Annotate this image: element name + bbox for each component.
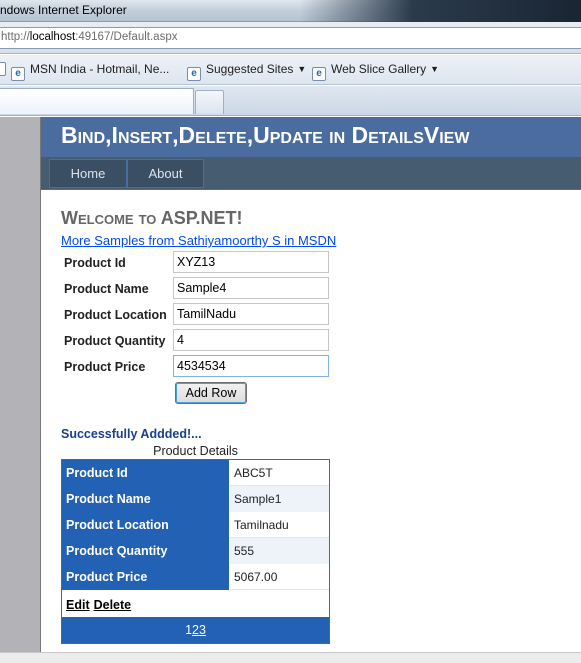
page-icon xyxy=(0,62,6,76)
ie-page-icon: e xyxy=(312,67,326,81)
product-location-label: Product Location xyxy=(64,308,167,322)
page-side-gutter xyxy=(0,117,41,663)
details-row-header: Product Location xyxy=(62,512,230,538)
product-name-label: Product Name xyxy=(64,282,149,296)
nav-home-link[interactable]: Home xyxy=(49,159,127,188)
details-row-value: 555 xyxy=(230,538,329,564)
product-quantity-label: Product Quantity xyxy=(64,334,166,348)
details-row-value: Tamilnadu xyxy=(234,518,289,532)
pager-page-2-link[interactable]: 2 xyxy=(192,623,199,637)
new-tab-button[interactable] xyxy=(195,90,224,114)
product-quantity-input[interactable] xyxy=(173,329,329,351)
details-row-header: Product Price xyxy=(62,564,230,590)
product-name-input[interactable] xyxy=(173,277,329,299)
details-row: Product Location Tamilnadu xyxy=(62,512,329,538)
details-row: Product Quantity 555 xyxy=(62,538,329,564)
ie-page-icon: e xyxy=(11,67,25,81)
page-title: Welcome to ASP.NET! xyxy=(61,208,243,228)
ie-page-icon: e xyxy=(187,67,201,81)
address-bar: http://localhost:49167/Default.aspx xyxy=(0,22,581,54)
favorites-item-label: Web Slice Gallery xyxy=(331,62,427,76)
site-header: Bind,Insert,Delete,Update in DetailsView xyxy=(41,117,581,157)
details-row-header: Product Name xyxy=(62,486,230,512)
product-location-input[interactable] xyxy=(173,303,329,325)
favorites-item-web-slice-gallery[interactable]: e Web Slice Gallery ▼ xyxy=(312,62,439,81)
chevron-down-icon: ▼ xyxy=(297,64,307,74)
product-price-input[interactable] xyxy=(173,355,329,377)
pager-page-3-link[interactable]: 3 xyxy=(199,623,206,637)
edit-link[interactable]: Edit xyxy=(66,598,90,612)
window-title: ndows Internet Explorer xyxy=(0,3,127,17)
details-row: Product Id ABC5T xyxy=(62,460,329,486)
details-caption: Product Details xyxy=(153,444,238,458)
url-path: :49167/Default.aspx xyxy=(75,31,178,43)
product-id-label: Product Id xyxy=(64,256,126,270)
browser-tab-active[interactable] xyxy=(0,88,194,114)
msdn-samples-link[interactable]: More Samples from Sathiyamoorthy S in MS… xyxy=(61,233,336,248)
details-row-value: Sample1 xyxy=(230,486,329,512)
details-command-row: Edit Delete xyxy=(62,590,329,616)
titlebar-glass xyxy=(300,0,581,22)
delete-link[interactable]: Delete xyxy=(94,598,132,612)
nav-menu: Home About xyxy=(41,157,581,190)
favorites-item-label: Suggested Sites xyxy=(206,62,294,76)
details-row: Product Price 5067.00 xyxy=(62,564,329,590)
favorites-item-msn-india[interactable]: e MSN India - Hotmail, Ne... xyxy=(11,62,169,81)
details-pager: 123 xyxy=(62,617,329,643)
url-prefix: http:// xyxy=(1,31,30,43)
site-title: Bind,Insert,Delete,Update in DetailsView xyxy=(61,122,470,148)
pager-current-page: 1 xyxy=(185,623,193,637)
tab-bar xyxy=(0,86,581,116)
favorites-bar: e MSN India - Hotmail, Ne... e Suggested S… xyxy=(0,55,581,85)
favorites-item-suggested-sites[interactable]: e Suggested Sites ▼ xyxy=(187,62,306,81)
product-detailsview: Product Id ABC5T Product Name Sample1 Pr… xyxy=(61,459,330,644)
details-row: Product Name Sample1 xyxy=(62,486,329,512)
details-row-header: Product Id xyxy=(62,460,230,486)
details-row-value: 5067.00 xyxy=(234,570,278,584)
product-price-label: Product Price xyxy=(64,360,146,374)
details-row-value: ABC5T xyxy=(234,466,273,480)
url-field[interactable]: http://localhost:49167/Default.aspx xyxy=(0,27,581,49)
favorites-item-label: MSN India - Hotmail, Ne... xyxy=(30,62,170,76)
chevron-down-icon: ▼ xyxy=(430,64,440,74)
nav-about-link[interactable]: About xyxy=(127,159,204,188)
horizontal-scrollbar[interactable] xyxy=(0,652,581,663)
details-row-header: Product Quantity xyxy=(62,538,230,564)
add-row-button[interactable]: Add Row xyxy=(175,382,247,404)
url-host: localhost xyxy=(29,31,76,43)
success-message: Successfully Addded!... xyxy=(61,427,202,441)
window-titlebar: ndows Internet Explorer xyxy=(0,0,581,22)
product-id-input[interactable] xyxy=(173,251,329,273)
favorites-item-msn[interactable] xyxy=(0,62,9,76)
